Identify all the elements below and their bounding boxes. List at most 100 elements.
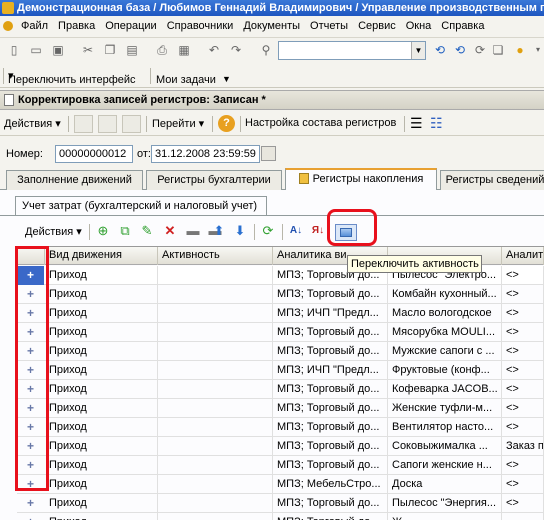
cell-analytics3[interactable]: Заказ п <box>502 437 544 456</box>
table-row[interactable]: + Приход МПЗ; МебельСтро... Доска <> <box>17 475 544 494</box>
cell-analytics3[interactable]: <> <box>502 475 544 494</box>
tab-accumulation-registers[interactable]: Регистры накопления <box>285 168 437 191</box>
cell-kind[interactable]: Приход <box>45 399 158 418</box>
table-row[interactable]: + Приход МПЗ; Торговый до... Соковыжималка … <box>17 437 544 456</box>
cell-analytics1[interactable]: МПЗ; Торговый до... <box>273 513 388 520</box>
cut-icon[interactable]: ✂ <box>80 42 96 58</box>
cell-analytics1[interactable]: МПЗ; МебельСтро... <box>273 475 388 494</box>
table-row[interactable]: + Приход МПЗ; Торговый до... Женские туфли-… <box>17 399 544 418</box>
cell-kind[interactable]: Приход <box>45 361 158 380</box>
cell-active[interactable] <box>158 513 273 520</box>
cell-analytics3[interactable]: <> <box>502 266 544 285</box>
table-row[interactable]: + Приход МПЗ; ИЧП "Предл... Масло вологодск… <box>17 304 544 323</box>
cell-kind[interactable]: Приход <box>45 494 158 513</box>
cell-kind[interactable]: Приход <box>45 266 158 285</box>
table-row[interactable]: + Приход МПЗ; Торговый до... Пылесос "Энерг… <box>17 494 544 513</box>
cell-active[interactable] <box>158 456 273 475</box>
cell-kind[interactable]: Приход <box>45 513 158 520</box>
cell-analytics1[interactable]: МПЗ; Торговый до... <box>273 418 388 437</box>
find-icon[interactable]: ⟲ <box>432 42 448 58</box>
cell-analytics2[interactable]: Соковыжималка ... <box>388 437 502 456</box>
cell-kind[interactable]: Приход <box>45 475 158 494</box>
cell-analytics3[interactable] <box>502 513 544 520</box>
tab-cost-accounting[interactable]: Учет затрат (бухгалтерский и налоговый у… <box>15 196 267 216</box>
structure-icon[interactable]: ☷ <box>430 115 443 132</box>
cell-analytics2[interactable]: Кофеварка JACOB... <box>388 380 502 399</box>
cell-active[interactable] <box>158 380 273 399</box>
save-icon[interactable]: ▣ <box>50 42 66 58</box>
refresh-document-icon[interactable] <box>98 115 117 133</box>
find-next-icon[interactable]: ⟲ <box>452 42 468 58</box>
cell-analytics3[interactable]: <> <box>502 304 544 323</box>
cell-kind[interactable]: Приход <box>45 418 158 437</box>
post-and-close-icon[interactable] <box>74 115 93 133</box>
paste-icon[interactable]: ▤ <box>124 42 140 58</box>
cell-kind[interactable]: Приход <box>45 380 158 399</box>
end-edit-icon[interactable]: ▬ <box>185 223 201 239</box>
col-header-kind[interactable]: Вид движения <box>45 247 158 265</box>
table-row[interactable]: + Приход МПЗ; Торговый до... Вентилятор нас… <box>17 418 544 437</box>
find-prev-icon[interactable]: ⟳ <box>472 42 488 58</box>
actions-menu-button[interactable]: Действия ▾ <box>4 117 61 130</box>
table-row[interactable]: + Приход МПЗ; Торговый до... Сапоги женские… <box>17 456 544 475</box>
tab-fill-movements[interactable]: Заполнение движений <box>6 170 143 190</box>
cell-active[interactable] <box>158 399 273 418</box>
cell-analytics1[interactable]: МПЗ; ИЧП "Предл... <box>273 361 388 380</box>
cell-active[interactable] <box>158 304 273 323</box>
cell-analytics1[interactable]: МПЗ; Торговый до... <box>273 323 388 342</box>
info-icon[interactable]: ● <box>512 42 528 58</box>
post-icon[interactable] <box>122 115 141 133</box>
cell-analytics2[interactable]: Вентилятор насто... <box>388 418 502 437</box>
cell-active[interactable] <box>158 342 273 361</box>
menu-file[interactable]: Файл <box>16 16 53 37</box>
sort-ascending-icon[interactable]: A↓ <box>288 223 304 239</box>
system-menu-icon[interactable] <box>3 21 13 31</box>
cell-active[interactable] <box>158 437 273 456</box>
grid-actions-menu-button[interactable]: Действия ▾ <box>25 225 82 238</box>
redo-icon[interactable]: ↷ <box>228 42 244 58</box>
cell-analytics1[interactable]: МПЗ; Торговый до... <box>273 437 388 456</box>
delete-icon[interactable]: ✕ <box>162 223 178 239</box>
col-header-analytics3[interactable]: Аналити <box>502 247 544 265</box>
cell-analytics3[interactable]: <> <box>502 399 544 418</box>
copy-row-icon[interactable]: ⧉ <box>117 223 133 239</box>
cell-active[interactable] <box>158 285 273 304</box>
preview-icon[interactable]: ▦ <box>176 42 192 58</box>
tab-accounting-registers[interactable]: Регистры бухгалтерии <box>146 170 282 190</box>
menu-help[interactable]: Справка <box>436 16 489 37</box>
menu-documents[interactable]: Документы <box>238 16 305 37</box>
cell-analytics3[interactable]: <> <box>502 456 544 475</box>
col-header-active[interactable]: Активность <box>158 247 273 265</box>
cell-kind[interactable]: Приход <box>45 323 158 342</box>
new-document-icon[interactable]: ▯ <box>6 42 22 58</box>
cell-analytics2[interactable]: Сапоги женские н... <box>388 456 502 475</box>
menu-service[interactable]: Сервис <box>353 16 401 37</box>
calendar-icon[interactable] <box>261 146 276 161</box>
cell-analytics3[interactable]: <> <box>502 380 544 399</box>
cell-analytics3[interactable]: <> <box>502 342 544 361</box>
chevron-down-icon[interactable]: ▼ <box>222 74 231 84</box>
menu-reports[interactable]: Отчеты <box>305 16 353 37</box>
table-row[interactable]: + Приход МПЗ; Торговый до... Мясорубка MOUL… <box>17 323 544 342</box>
table-row[interactable]: + Приход МПЗ; ИЧП "Предл... Фруктовые (конф… <box>17 361 544 380</box>
move-up-icon[interactable]: ⬆ <box>211 223 227 239</box>
cell-analytics3[interactable]: <> <box>502 285 544 304</box>
table-row[interactable]: + Приход МПЗ; Торговый до... Кофеварка JACO… <box>17 380 544 399</box>
cell-analytics3[interactable]: <> <box>502 418 544 437</box>
cell-analytics2[interactable]: Пылесос "Энергия... <box>388 494 502 513</box>
windows-icon[interactable]: ❏ <box>490 42 506 58</box>
cell-analytics2[interactable]: Мужские сапоги с ... <box>388 342 502 361</box>
cell-analytics3[interactable]: <> <box>502 323 544 342</box>
cell-active[interactable] <box>158 418 273 437</box>
menu-catalogs[interactable]: Справочники <box>162 16 239 37</box>
chevron-down-icon[interactable]: ▼ <box>411 42 425 59</box>
cell-active[interactable] <box>158 494 273 513</box>
number-field[interactable]: 00000000012 <box>55 145 133 163</box>
cell-kind[interactable]: Приход <box>45 285 158 304</box>
move-down-icon[interactable]: ⬇ <box>232 223 248 239</box>
cell-analytics2[interactable]: Женские туфли-м... <box>388 399 502 418</box>
cell-kind[interactable]: Приход <box>45 342 158 361</box>
cell-analytics1[interactable]: МПЗ; Торговый до... <box>273 456 388 475</box>
cell-active[interactable] <box>158 266 273 285</box>
print-icon[interactable]: ⎙ <box>154 42 170 58</box>
